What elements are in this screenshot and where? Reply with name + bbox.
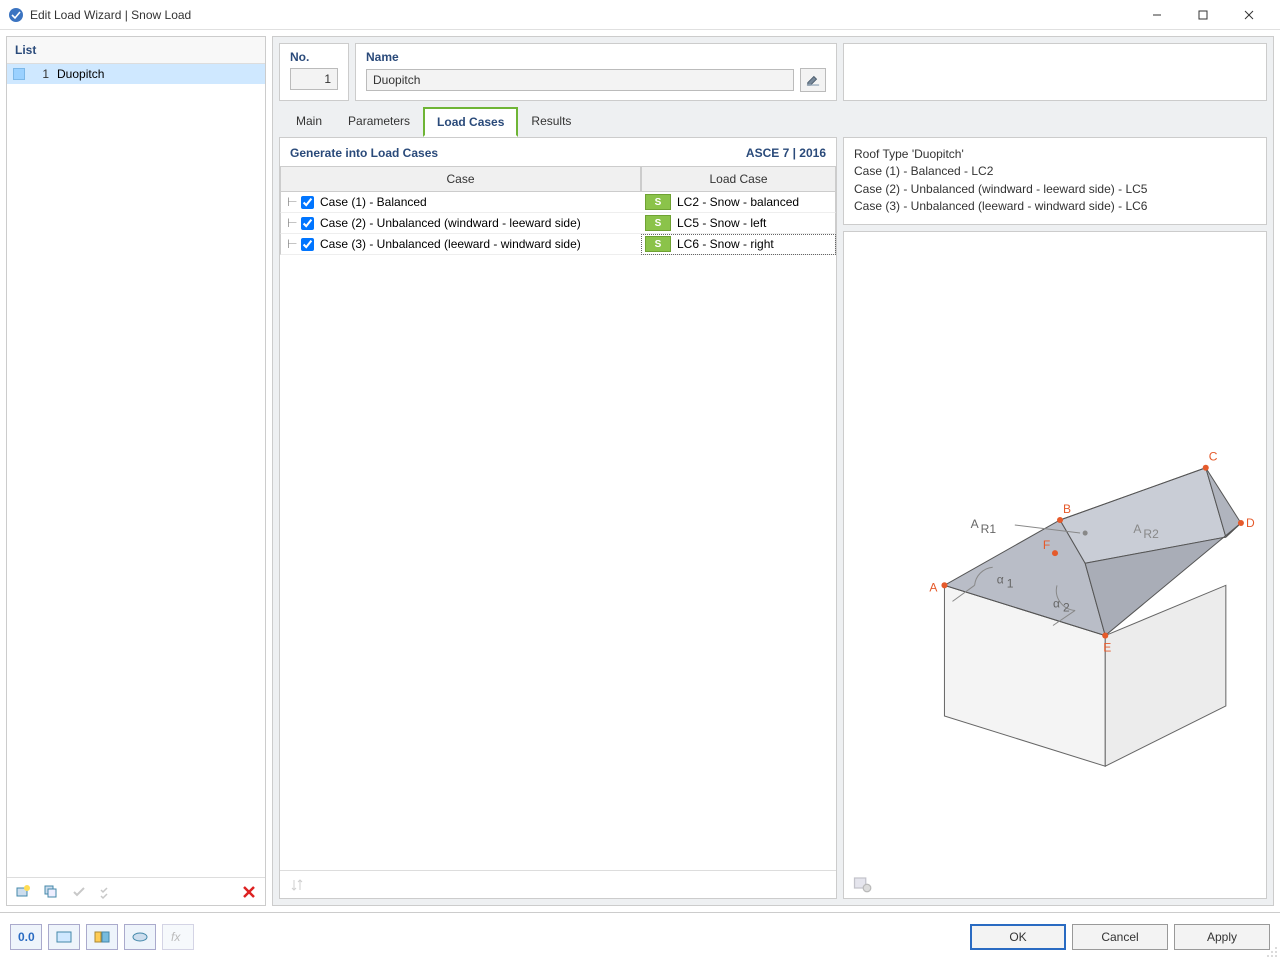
minimize-button[interactable] — [1134, 0, 1180, 30]
resize-grip-icon[interactable] — [1264, 944, 1278, 958]
svg-text:A: A — [1133, 522, 1142, 536]
list-header: List — [7, 37, 265, 64]
svg-text:R1: R1 — [981, 522, 997, 536]
new-item-button[interactable] — [11, 881, 35, 903]
app-icon — [8, 7, 24, 23]
fx-button[interactable]: fx — [162, 924, 194, 950]
name-label: Name — [366, 50, 826, 64]
section-spec: ASCE 7 | 2016 — [746, 146, 826, 160]
list-item-label: Duopitch — [57, 67, 104, 81]
edit-name-button[interactable] — [800, 68, 826, 92]
name-input[interactable] — [366, 69, 794, 91]
info-line: Roof Type 'Duopitch' — [854, 146, 1256, 163]
list-item[interactable]: 1 Duopitch — [7, 64, 265, 84]
lc-tag: S — [645, 215, 671, 231]
list-body: 1 Duopitch — [7, 64, 265, 877]
lc-tag: S — [645, 194, 671, 210]
units-button[interactable]: 0.00 — [10, 924, 42, 950]
view3-button[interactable] — [124, 924, 156, 950]
svg-text:B: B — [1063, 502, 1071, 516]
table-row-lc[interactable]: S LC2 - Snow - balanced — [641, 192, 836, 213]
list-panel: List 1 Duopitch — [6, 36, 266, 906]
diagram-settings-button[interactable] — [850, 872, 874, 894]
svg-text:2: 2 — [1063, 600, 1070, 614]
lc-tag: S — [645, 236, 671, 252]
list-item-icon — [13, 68, 25, 80]
table-row[interactable]: ⊢ Case (1) - Balanced — [280, 192, 641, 213]
center-panel: No. Name Main Parameters Load Cases Resu… — [272, 36, 1274, 906]
info-line: Case (2) - Unbalanced (windward - leewar… — [854, 181, 1256, 198]
list-tools — [7, 877, 265, 905]
tab-results[interactable]: Results — [518, 107, 584, 137]
load-cases-section: Generate into Load Cases ASCE 7 | 2016 C… — [279, 137, 837, 899]
lc-label: LC6 - Snow - right — [677, 237, 774, 251]
titlebar: Edit Load Wizard | Snow Load — [0, 0, 1280, 30]
table-row-lc[interactable]: S LC5 - Snow - left — [641, 213, 836, 234]
svg-text:α: α — [997, 572, 1004, 586]
col-case: Case — [280, 166, 641, 192]
roof-diagram: A B C D E F A R1 A R2 — [854, 240, 1256, 890]
lc-label: LC5 - Snow - left — [677, 216, 766, 230]
maximize-button[interactable] — [1180, 0, 1226, 30]
table-row-lc[interactable]: S LC6 - Snow - right — [641, 234, 836, 255]
footer: 0.00 fx OK Cancel Apply — [0, 912, 1280, 960]
view2-button[interactable] — [86, 924, 118, 950]
col-loadcase: Load Case — [641, 166, 836, 192]
info-line: Case (1) - Balanced - LC2 — [854, 163, 1256, 180]
diagram-panel: A B C D E F A R1 A R2 — [843, 231, 1267, 899]
svg-text:R2: R2 — [1143, 527, 1159, 541]
svg-text:F: F — [1043, 538, 1050, 552]
info-line: Case (3) - Unbalanced (leeward - windwar… — [854, 198, 1256, 215]
list-item-number: 1 — [31, 67, 49, 81]
close-button[interactable] — [1226, 0, 1272, 30]
tree-line-icon: ⊢ — [287, 216, 297, 230]
svg-text:A: A — [971, 517, 980, 531]
view1-button[interactable] — [48, 924, 80, 950]
svg-text:0.00: 0.00 — [18, 930, 35, 944]
window-title: Edit Load Wizard | Snow Load — [30, 8, 1134, 22]
cases-table: Case Load Case ⊢ Case (1) - Balanced S L… — [280, 166, 836, 255]
info-panel: Roof Type 'Duopitch' Case (1) - Balanced… — [843, 137, 1267, 225]
blank-card — [843, 43, 1267, 101]
svg-text:α: α — [1053, 596, 1060, 610]
svg-text:1: 1 — [1007, 576, 1014, 590]
case-checkbox[interactable] — [301, 238, 314, 251]
svg-text:E: E — [1103, 640, 1111, 654]
case-checkbox[interactable] — [301, 196, 314, 209]
checkall-button[interactable] — [95, 881, 119, 903]
tab-main[interactable]: Main — [283, 107, 335, 137]
lc-label: LC2 - Snow - balanced — [677, 195, 799, 209]
table-row[interactable]: ⊢ Case (3) - Unbalanced (leeward - windw… — [280, 234, 641, 255]
delete-button[interactable] — [237, 881, 261, 903]
no-label: No. — [290, 50, 338, 64]
tree-line-icon: ⊢ — [287, 237, 297, 251]
tabs: Main Parameters Load Cases Results — [273, 107, 1273, 137]
apply-button[interactable]: Apply — [1174, 924, 1270, 950]
svg-text:C: C — [1209, 449, 1218, 463]
check-button[interactable] — [67, 881, 91, 903]
cancel-button[interactable]: Cancel — [1072, 924, 1168, 950]
tab-parameters[interactable]: Parameters — [335, 107, 423, 137]
tab-load-cases[interactable]: Load Cases — [423, 107, 518, 137]
ok-button[interactable]: OK — [970, 924, 1066, 950]
copy-item-button[interactable] — [39, 881, 63, 903]
case-checkbox[interactable] — [301, 217, 314, 230]
section-title: Generate into Load Cases — [290, 146, 438, 160]
svg-text:A: A — [929, 580, 938, 594]
no-input[interactable] — [290, 68, 338, 90]
sort-button[interactable] — [286, 874, 310, 896]
case-label: Case (2) - Unbalanced (windward - leewar… — [320, 216, 581, 230]
name-card: Name — [355, 43, 837, 101]
no-card: No. — [279, 43, 349, 101]
table-row[interactable]: ⊢ Case (2) - Unbalanced (windward - leew… — [280, 213, 641, 234]
svg-text:fx: fx — [171, 930, 181, 944]
case-label: Case (3) - Unbalanced (leeward - windwar… — [320, 237, 581, 251]
case-label: Case (1) - Balanced — [320, 195, 427, 209]
tree-line-icon: ⊢ — [287, 195, 297, 209]
svg-text:D: D — [1246, 516, 1255, 530]
